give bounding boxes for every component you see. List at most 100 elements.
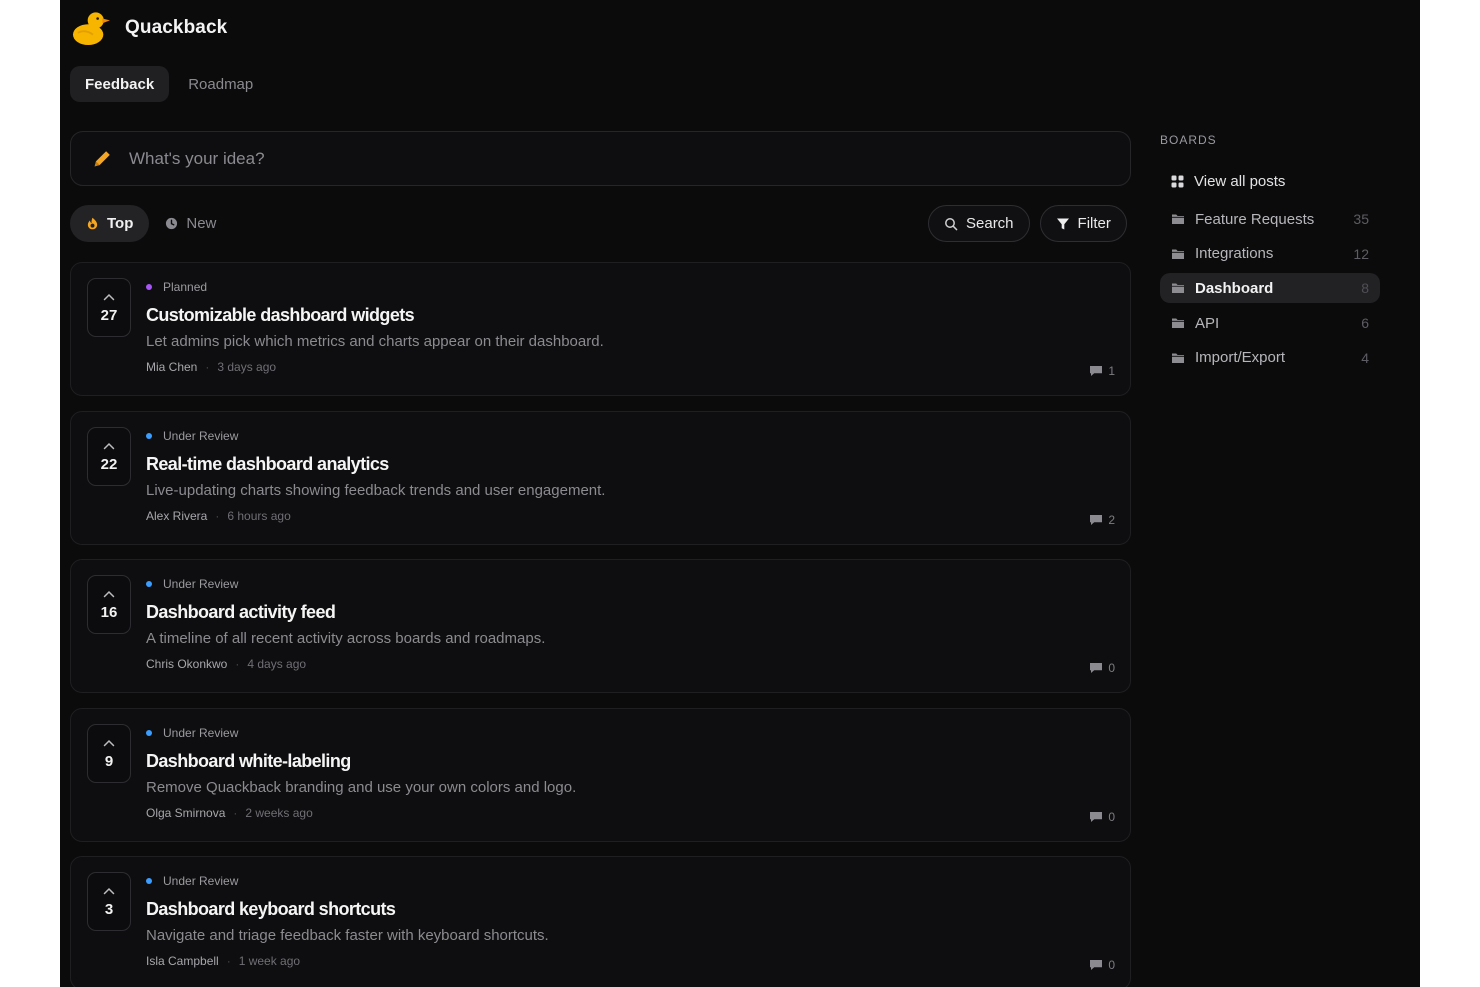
folder-icon xyxy=(1172,249,1184,259)
view-all-posts-link[interactable]: View all posts xyxy=(1160,166,1380,196)
upvote-button[interactable]: 27 xyxy=(87,278,131,337)
tab-roadmap[interactable]: Roadmap xyxy=(173,66,268,102)
post-title[interactable]: Customizable dashboard widgets xyxy=(146,305,1114,325)
chevron-up-icon xyxy=(103,739,115,746)
tab-feedback[interactable]: Feedback xyxy=(70,66,170,102)
status-dot xyxy=(146,729,152,736)
board-label: Integrations xyxy=(1195,245,1274,263)
post-description: A timeline of all recent activity across… xyxy=(146,630,546,647)
status-label: Under Review xyxy=(163,428,239,443)
clock-icon xyxy=(166,217,178,230)
comment-count-value: 0 xyxy=(1108,661,1115,675)
post-tools: Search Filter xyxy=(928,205,1127,242)
post-meta: Mia Chen · 3 days ago xyxy=(146,360,1114,374)
post-card[interactable]: 16 Under Review Dashboard activity feed … xyxy=(70,559,1131,693)
comment-count: 1 xyxy=(1089,364,1115,378)
post-body: Under Review Dashboard activity feed A t… xyxy=(146,577,1114,671)
board-label: Dashboard xyxy=(1195,279,1274,297)
comment-count-value: 1 xyxy=(1108,364,1115,378)
meta-separator: · xyxy=(235,657,240,671)
post-time: 6 hours ago xyxy=(227,508,291,523)
post-title[interactable]: Dashboard activity feed xyxy=(146,602,1114,622)
flame-icon xyxy=(87,217,98,230)
post-title[interactable]: Real-time dashboard analytics xyxy=(146,454,1114,474)
pencil-icon xyxy=(94,150,110,166)
vote-count: 16 xyxy=(100,604,118,621)
post-body: Under Review Real-time dashboard analyti… xyxy=(146,429,1114,523)
board-label: Import/Export xyxy=(1195,349,1286,367)
post-time: 3 days ago xyxy=(217,360,277,374)
folder-icon xyxy=(1172,318,1184,329)
comment-icon xyxy=(1090,514,1103,525)
status-badge: Planned xyxy=(146,280,1114,294)
view-all-posts-label: View all posts xyxy=(1194,172,1286,190)
post-body: Under Review Dashboard keyboard shortcut… xyxy=(146,874,1114,968)
sort-new-button[interactable]: New xyxy=(149,205,232,242)
board-item-integrations[interactable]: Integrations 12 xyxy=(1160,239,1380,269)
filter-button[interactable]: Filter xyxy=(1039,205,1127,242)
board-count: 35 xyxy=(1353,211,1369,227)
status-label: Under Review xyxy=(163,577,239,591)
post-author: Isla Campbell xyxy=(146,954,219,968)
upvote-button[interactable]: 9 xyxy=(87,723,131,783)
board-count: 8 xyxy=(1361,280,1369,297)
post-author: Alex Rivera xyxy=(146,508,208,523)
chevron-up-icon xyxy=(103,887,115,895)
board-count: 12 xyxy=(1353,245,1369,262)
post-card[interactable]: 27 Planned Customizable dashboard widget… xyxy=(70,262,1131,396)
search-button[interactable]: Search xyxy=(928,205,1030,242)
board-count: 6 xyxy=(1361,315,1369,332)
meta-separator: · xyxy=(205,360,210,374)
post-meta: Alex Rivera · 6 hours ago xyxy=(146,509,1114,523)
vote-count: 9 xyxy=(104,752,114,770)
comment-count: 0 xyxy=(1089,958,1115,972)
app-window: Quackback Feedback Roadmap What's your i… xyxy=(60,0,1420,987)
status-label: Under Review xyxy=(163,725,239,740)
sort-options: Top New xyxy=(70,205,232,242)
idea-input[interactable]: What's your idea? xyxy=(70,131,1131,186)
search-label: Search xyxy=(966,215,1014,232)
board-item-feature-requests[interactable]: Feature Requests 35 xyxy=(1160,204,1380,234)
board-label: API xyxy=(1195,314,1220,332)
app-name: Quackback xyxy=(125,17,228,38)
upvote-button[interactable]: 16 xyxy=(87,575,131,634)
status-label: Planned xyxy=(163,280,208,294)
status-badge: Under Review xyxy=(146,577,1114,591)
comment-icon xyxy=(1090,663,1103,673)
upvote-button[interactable]: 22 xyxy=(87,426,131,486)
brand[interactable]: Quackback xyxy=(72,10,227,46)
comment-count: 0 xyxy=(1089,810,1115,824)
comment-icon xyxy=(1090,960,1103,970)
upvote-button[interactable]: 3 xyxy=(87,872,131,931)
chevron-up-icon xyxy=(103,293,115,301)
comment-count: 2 xyxy=(1089,513,1115,527)
status-dot xyxy=(146,878,152,884)
status-dot xyxy=(146,432,152,439)
post-description: Remove Quackback branding and use your o… xyxy=(146,778,577,796)
post-title[interactable]: Dashboard keyboard shortcuts xyxy=(146,899,1114,919)
status-badge: Under Review xyxy=(146,429,1114,443)
post-card[interactable]: 3 Under Review Dashboard keyboard shortc… xyxy=(70,856,1131,987)
board-item-dashboard[interactable]: Dashboard 8 xyxy=(1160,273,1380,304)
comment-count: 0 xyxy=(1089,661,1115,675)
post-body: Planned Customizable dashboard widgets L… xyxy=(146,280,1114,374)
comment-count-value: 0 xyxy=(1108,958,1115,972)
post-card[interactable]: 22 Under Review Real-time dashboard anal… xyxy=(70,410,1131,545)
board-list: Feature Requests 35 Integrations 12 Dash… xyxy=(1160,204,1380,373)
post-time: 4 days ago xyxy=(247,657,307,671)
post-list: 27 Planned Customizable dashboard widget… xyxy=(70,262,1131,987)
comment-count-value: 2 xyxy=(1108,512,1115,527)
folder-icon xyxy=(1172,283,1184,294)
board-item-api[interactable]: API 6 xyxy=(1160,308,1380,338)
sort-top-button[interactable]: Top xyxy=(70,205,150,242)
folder-icon xyxy=(1172,214,1184,224)
status-dot xyxy=(146,284,152,290)
idea-placeholder: What's your idea? xyxy=(129,148,265,168)
board-item-import-export[interactable]: Import/Export 4 xyxy=(1160,343,1380,373)
post-card[interactable]: 9 Under Review Dashboard white-labeling … xyxy=(70,707,1131,842)
board-count: 4 xyxy=(1361,349,1369,366)
meta-separator: · xyxy=(215,508,220,523)
sort-top-label: Top xyxy=(107,215,134,232)
post-title[interactable]: Dashboard white-labeling xyxy=(146,751,1114,771)
post-description: Let admins pick which metrics and charts… xyxy=(146,333,604,350)
